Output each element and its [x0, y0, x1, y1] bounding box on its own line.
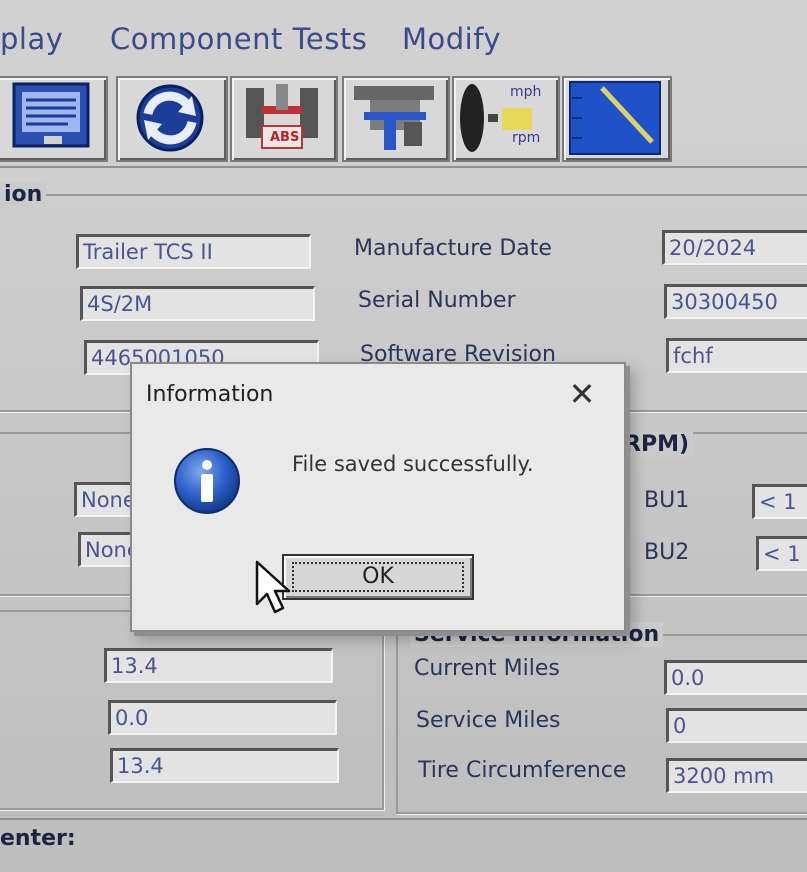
bu2-field: < 1 — [756, 536, 807, 571]
speed-unit-mph: mph — [510, 84, 542, 100]
toolbar-separator — [0, 166, 807, 168]
menu-display[interactable]: play — [0, 22, 63, 56]
app-window: play Component Tests Modify ABS mph rpm … — [0, 0, 807, 872]
voltage-field-1: 13.4 — [104, 648, 333, 683]
info-icon — [174, 448, 240, 514]
toolbar-report-button[interactable] — [0, 76, 108, 162]
dialog-close-button[interactable]: ✕ — [562, 374, 602, 414]
toolbar-valve-button[interactable] — [342, 76, 450, 162]
bu1-label: BU1 — [644, 488, 690, 513]
software-revision-field: fchf — [666, 338, 807, 373]
menu-component-tests[interactable]: Component Tests — [110, 22, 367, 56]
toolbar-speed-button[interactable]: mph rpm — [452, 76, 560, 162]
information-dialog: Information ✕ File saved successfully. O… — [130, 362, 626, 632]
report-screen-icon — [12, 82, 90, 148]
manufacture-date-field: 20/2024 — [662, 230, 807, 265]
ok-button-label: OK — [362, 564, 394, 589]
serial-number-field: 30300450 — [664, 284, 807, 319]
mouse-cursor-icon — [255, 560, 291, 614]
bu2-label: BU2 — [644, 540, 690, 565]
serial-number-label: Serial Number — [358, 288, 516, 313]
modulator-valve-icon — [354, 86, 434, 150]
configuration-field: 4S/2M — [80, 286, 315, 321]
bu1-field: < 1 — [752, 484, 807, 519]
toolbar-abs-button[interactable]: ABS — [230, 76, 338, 162]
sensor-group-title: RPM) — [620, 432, 694, 457]
menu-bar: play Component Tests Modify — [0, 0, 807, 70]
dialog-title: Information — [146, 382, 274, 407]
product-name-field: Trailer TCS II — [76, 234, 311, 269]
dialog-message: File saved successfully. — [292, 452, 534, 476]
gauge-diagonal-icon — [569, 81, 661, 155]
footer-label: enter: — [0, 826, 76, 851]
toolbar-refresh-button[interactable] — [116, 76, 228, 162]
manufacture-date-label: Manufacture Date — [354, 236, 552, 261]
current-miles-label: Current Miles — [414, 656, 560, 681]
speed-unit-rpm: rpm — [512, 130, 541, 146]
footer-separator — [0, 818, 807, 820]
abs-brake-icon — [246, 84, 318, 149]
tire-circumference-field: 3200 mm — [666, 758, 807, 793]
identification-title: ion — [0, 182, 47, 207]
voltage-field-2: 0.0 — [108, 700, 337, 735]
refresh-icon — [136, 84, 204, 152]
toolbar-gauge-button[interactable] — [562, 76, 672, 162]
service-miles-label: Service Miles — [416, 708, 561, 733]
tire-circumference-label: Tire Circumference — [418, 758, 627, 783]
current-miles-field: 0.0 — [664, 660, 807, 695]
service-miles-field: 0 — [666, 708, 807, 743]
abs-badge: ABS — [270, 130, 300, 145]
menu-modify[interactable]: Modify — [402, 22, 501, 56]
ok-button[interactable]: OK — [282, 554, 474, 600]
voltage-field-3: 13.4 — [110, 748, 339, 783]
